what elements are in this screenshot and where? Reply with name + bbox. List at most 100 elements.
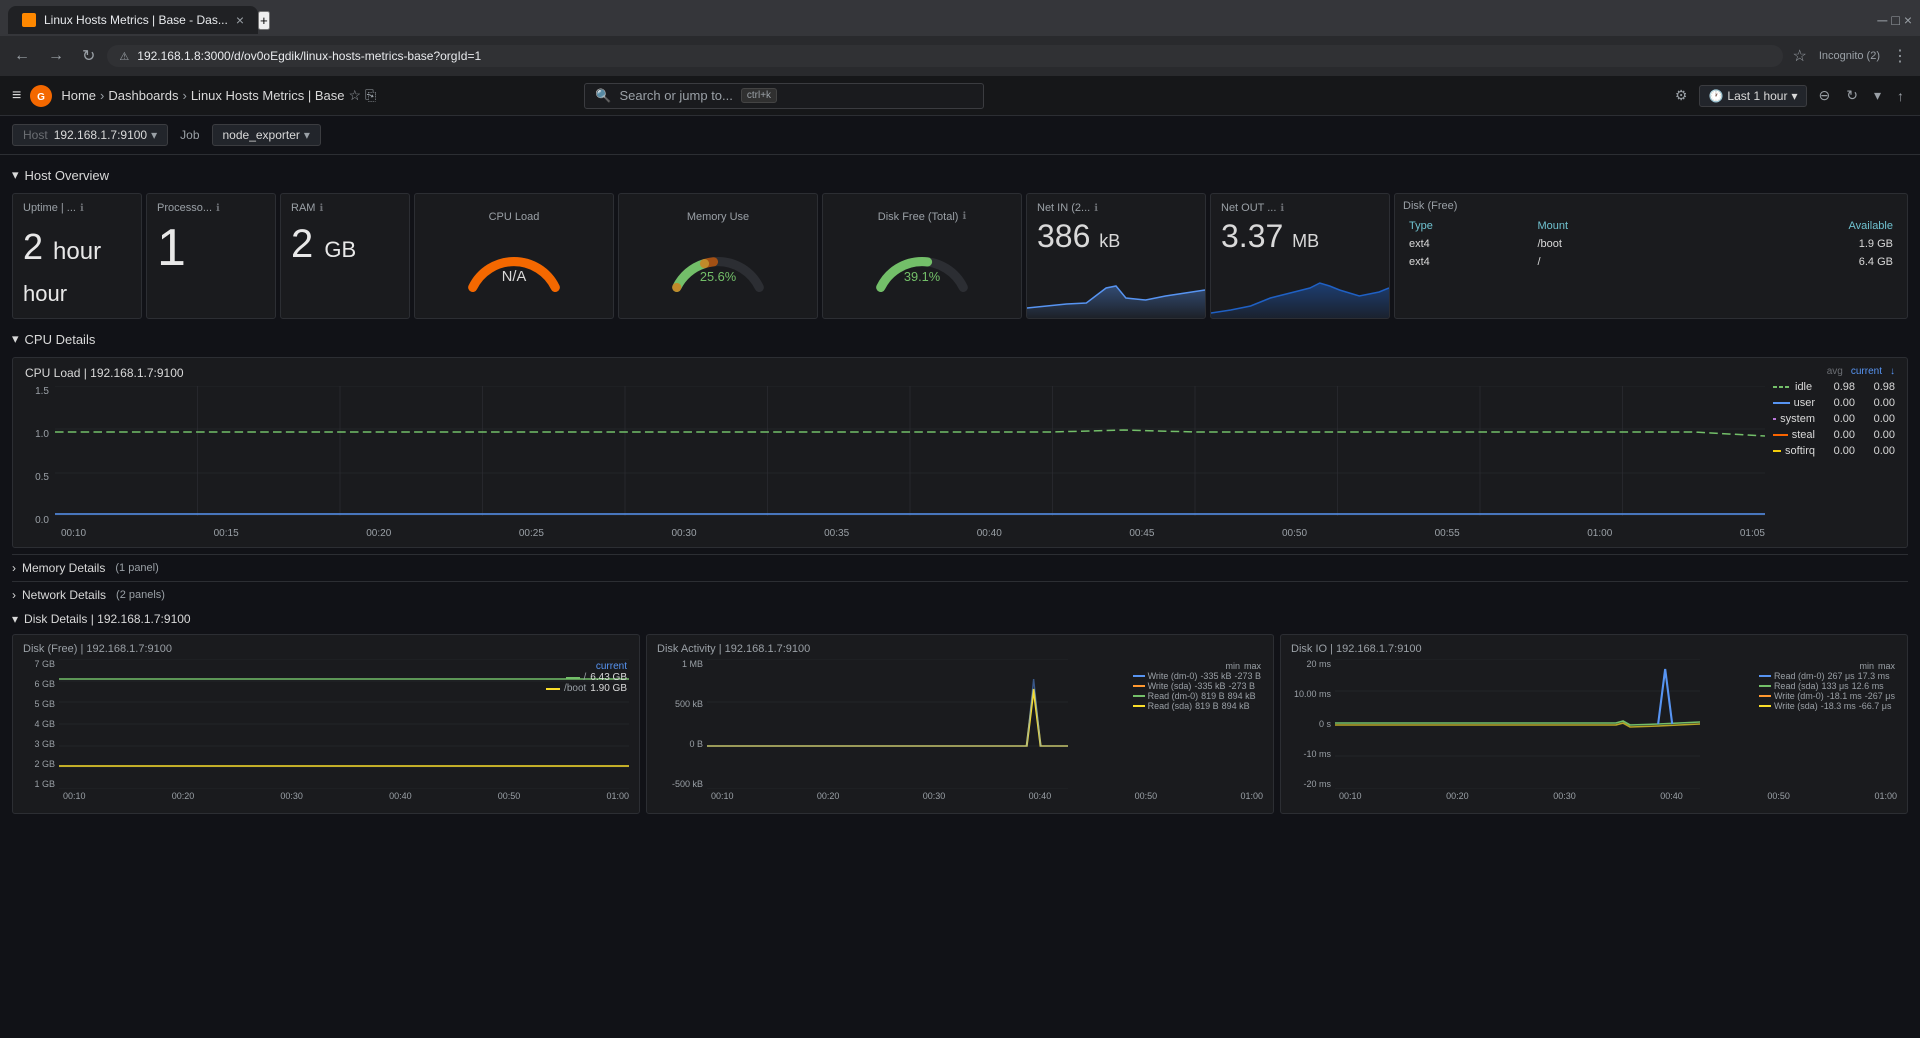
cpu-load-chart-title: CPU Load | 192.168.1.7:9100	[25, 366, 1765, 380]
settings-button[interactable]: ⚙	[1671, 83, 1692, 108]
tab-title: Linux Hosts Metrics | Base - Das...	[44, 13, 228, 27]
back-button[interactable]: ←	[8, 43, 36, 69]
disk-io-legend-headers: min max	[1759, 661, 1895, 671]
cpu-details-title: CPU Details	[25, 332, 96, 347]
share-icon[interactable]: ⎘	[365, 87, 376, 104]
cpu-load-title: CPU Load	[489, 211, 540, 223]
info-icon[interactable]: ℹ	[1280, 203, 1284, 214]
da-line-1-icon	[1133, 674, 1145, 678]
disk-free-legend-header: current	[546, 661, 627, 672]
info-icon[interactable]: ℹ	[1094, 203, 1098, 214]
softirq-line-icon	[1773, 447, 1781, 455]
disk-type-1: ext4	[1405, 236, 1532, 252]
boot-line-icon	[546, 687, 560, 691]
x-label-9: 00:55	[1435, 528, 1460, 539]
net-in-title: Net IN (2... ℹ	[1037, 202, 1195, 214]
job-value-filter[interactable]: node_exporter ▾	[212, 124, 321, 146]
disk-free-y-axis: 7 GB 6 GB 5 GB 4 GB 3 GB 2 GB 1 GB	[23, 659, 59, 789]
refresh-options-button[interactable]: ▾	[1870, 83, 1885, 108]
disk-details-section[interactable]: ▾ Disk Details | 192.168.1.7:9100	[12, 608, 1908, 630]
host-value: 192.168.1.7:9100	[54, 128, 147, 142]
disk-activity-legend: min max Write (dm-0) -335 kB -273 B	[1131, 659, 1263, 713]
close-tab-button[interactable]: ×	[236, 12, 244, 28]
close-button[interactable]: ×	[1904, 12, 1912, 28]
disk-io-chart: 20 ms 10.00 ms 0 s -10 ms -20 ms	[1291, 659, 1897, 789]
disk-type-header: Type	[1405, 218, 1532, 234]
active-tab[interactable]: Linux Hosts Metrics | Base - Das... ×	[8, 6, 258, 34]
host-overview-section[interactable]: ▾ Host Overview	[12, 163, 1908, 187]
disk-row-root: ext4 / 6.4 GB	[1405, 254, 1897, 270]
legend-steal[interactable]: steal 0.00 0.00	[1773, 427, 1895, 443]
add-tab-button[interactable]: +	[258, 11, 270, 30]
collapse-all-button[interactable]: ↑	[1893, 84, 1908, 108]
filter-bar: Host 192.168.1.7:9100 ▾ Job node_exporte…	[0, 116, 1920, 155]
disk-free-title: Disk Free (Total) ℹ	[878, 211, 967, 223]
search-bar[interactable]: 🔍 Search or jump to... ctrl+k	[584, 83, 984, 109]
processors-value: 1	[157, 218, 265, 278]
extensions-button[interactable]: ⋮	[1888, 42, 1912, 70]
dio-legend-3: Write (dm-0) -18.1 ms -267 μs	[1759, 691, 1895, 701]
disk-details-title: Disk Details | 192.168.1.7:9100	[24, 612, 191, 626]
refresh-button[interactable]: ↻	[1842, 83, 1862, 108]
legend-system[interactable]: system 0.00 0.00	[1773, 411, 1895, 427]
chevron-down-icon: ▾	[12, 612, 18, 626]
legend-user[interactable]: user 0.00 0.00	[1773, 395, 1895, 411]
job-filter[interactable]: Job	[176, 125, 203, 145]
idle-line-icon	[1773, 383, 1791, 391]
time-range-picker[interactable]: 🕐 Last 1 hour ▾	[1699, 85, 1806, 107]
disk-table: Type Mount Available ext4 /boot 1.9 GB e…	[1403, 216, 1899, 272]
x-label-1: 00:15	[214, 528, 239, 539]
job-value: node_exporter	[223, 128, 300, 142]
uptime-title: Uptime | ... ℹ	[23, 202, 131, 214]
search-shortcut: ctrl+k	[741, 88, 777, 103]
forward-button[interactable]: →	[42, 43, 70, 69]
da-legend-2: Write (sda) -335 kB -273 B	[1133, 681, 1261, 691]
hamburger-menu[interactable]: ≡	[12, 87, 21, 105]
memory-panel-count: (1 panel)	[115, 562, 158, 574]
disk-io-x-axis: 00:10 00:20 00:30 00:40 00:50 01:00	[1291, 791, 1897, 801]
maximize-button[interactable]: □	[1891, 12, 1899, 28]
cpu-load-chart-panel: CPU Load | 192.168.1.7:9100 1.5 1.0 0.5 …	[12, 357, 1908, 548]
avg-header: avg	[1827, 366, 1843, 377]
disk-free-table-title: Disk (Free)	[1403, 200, 1899, 212]
profile-button[interactable]: Incognito (2)	[1815, 42, 1884, 70]
memory-details-section[interactable]: › Memory Details (1 panel)	[12, 554, 1908, 579]
legend-softirq[interactable]: softirq 0.00 0.00	[1773, 443, 1895, 459]
network-details-section[interactable]: › Network Details (2 panels)	[12, 581, 1908, 606]
cpu-details-section[interactable]: ▾ CPU Details	[12, 327, 1908, 351]
net-in-panel: Net IN (2... ℹ 386 kB	[1026, 193, 1206, 319]
info-icon[interactable]: ℹ	[962, 211, 966, 222]
refresh-button[interactable]: ↻	[76, 42, 101, 70]
bookmark-button[interactable]: ☆	[1789, 42, 1811, 70]
legend-idle[interactable]: idle 0.98 0.98	[1773, 379, 1895, 395]
star-icon[interactable]: ☆	[348, 87, 361, 104]
x-label-8: 00:50	[1282, 528, 1307, 539]
info-icon[interactable]: ℹ	[216, 203, 220, 214]
job-dropdown-icon: ▾	[304, 128, 310, 142]
host-filter[interactable]: Host 192.168.1.7:9100 ▾	[12, 124, 168, 146]
svg-text:39.1%: 39.1%	[904, 269, 940, 284]
disk-io-y-axis: 20 ms 10.00 ms 0 s -10 ms -20 ms	[1291, 659, 1335, 789]
memory-use-gauge: 25.6%	[663, 227, 773, 302]
lock-icon: ⚠	[119, 50, 129, 63]
disk-activity-chart: 1 MB 500 kB 0 B -500 kB	[657, 659, 1263, 789]
url-bar[interactable]: ⚠ 192.168.1.8:3000/d/ov0oEgdik/linux-hos…	[107, 45, 1782, 67]
disk-activity-y-axis: 1 MB 500 kB 0 B -500 kB	[657, 659, 707, 789]
info-icon[interactable]: ℹ	[80, 203, 84, 214]
processors-panel: Processo... ℹ 1	[146, 193, 276, 319]
y-label-2: 0.5	[35, 472, 49, 483]
chevron-down-icon: ▾	[1791, 89, 1797, 103]
arrow-icon: ↓	[1890, 366, 1895, 377]
minimize-button[interactable]: ─	[1877, 12, 1887, 28]
disk-free-legend-boot: /boot 1.90 GB	[546, 683, 627, 694]
x-label-0: 00:10	[61, 528, 86, 539]
nav-current[interactable]: Linux Hosts Metrics | Base	[191, 88, 345, 103]
chevron-down-icon: ▾	[12, 331, 19, 347]
zoom-out-button[interactable]: ⊖	[1815, 83, 1835, 108]
svg-text:N/A: N/A	[502, 269, 527, 285]
nav-home[interactable]: Home	[61, 88, 96, 103]
nav-dashboards[interactable]: Dashboards	[108, 88, 178, 103]
info-icon[interactable]: ℹ	[319, 203, 323, 214]
memory-use-panel: Memory Use 25.6%	[618, 193, 818, 319]
favicon	[22, 13, 36, 27]
